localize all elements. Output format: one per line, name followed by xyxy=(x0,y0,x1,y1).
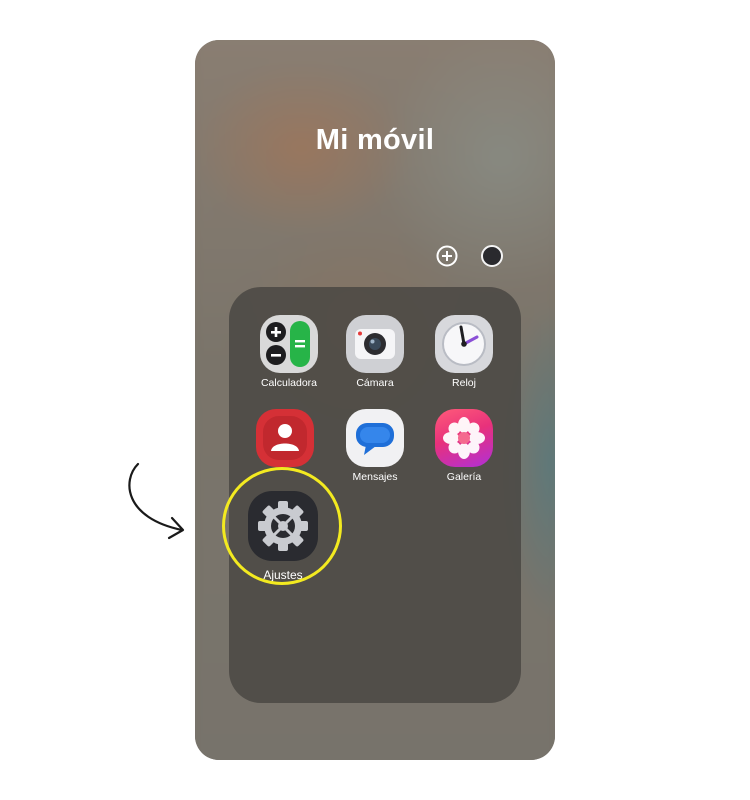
app-label: Mensajes xyxy=(352,471,398,483)
folder-color-button[interactable] xyxy=(481,245,503,267)
app-mensajes[interactable]: Mensajes xyxy=(330,409,420,484)
app-reloj[interactable]: Reloj xyxy=(419,315,509,390)
highlight-circle xyxy=(222,467,342,585)
plus-icon[interactable] xyxy=(436,245,458,267)
app-camara[interactable]: Cámara xyxy=(330,315,420,390)
app-galeria[interactable]: Galería xyxy=(419,409,509,484)
app-label: Galería xyxy=(446,471,482,483)
contacts-icon xyxy=(256,409,314,467)
gallery-icon xyxy=(435,409,493,467)
folder-title[interactable]: Mi móvil xyxy=(195,124,555,157)
app-label: Reloj xyxy=(452,377,476,389)
calculator-icon xyxy=(260,315,318,373)
app-label: Calculadora xyxy=(260,377,318,389)
clock-icon xyxy=(435,315,493,373)
app-contactos[interactable] xyxy=(240,409,330,471)
camera-icon xyxy=(346,315,404,373)
app-label: Cámara xyxy=(356,377,394,389)
curved-arrow-icon xyxy=(128,462,185,540)
app-calculadora[interactable]: Calculadora xyxy=(244,315,334,390)
messages-icon xyxy=(346,409,404,467)
phone-screen: Mi móvil xyxy=(195,40,555,760)
